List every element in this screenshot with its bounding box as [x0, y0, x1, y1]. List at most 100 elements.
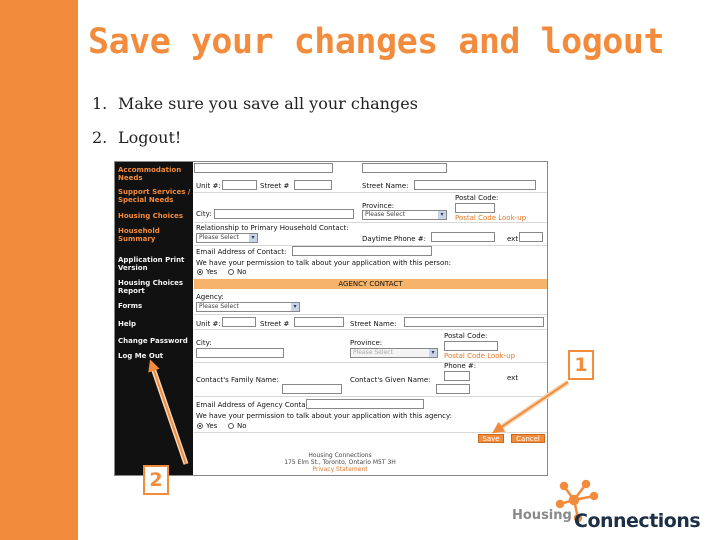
agency-select[interactable]: Please Select ▾ — [196, 302, 300, 312]
chevron-down-icon: ▾ — [438, 211, 446, 219]
postal-code-input[interactable] — [455, 203, 495, 213]
no-label: No — [237, 268, 247, 276]
logo-word-housing: Housing — [512, 508, 572, 523]
housing-connections-logo: Housing Connections — [512, 478, 702, 534]
divider — [194, 314, 547, 315]
callout-2-box: 2 — [143, 465, 169, 495]
agency-street-name-label: Street Name: — [350, 320, 397, 328]
divider — [194, 362, 547, 363]
agency-email-label: Email Address of Agency Contact: — [196, 401, 315, 409]
step-text: Make sure you save all your changes — [118, 94, 418, 113]
nav-item-forms[interactable]: Forms — [118, 302, 192, 310]
agency-street-num-label: Street # — [260, 320, 290, 328]
agency-label: Agency: — [196, 293, 224, 301]
agency-yes-radio[interactable] — [197, 423, 203, 429]
daytime-phone-input[interactable] — [431, 232, 495, 242]
callout-1-box: 1 — [568, 350, 594, 380]
nav-item-help[interactable]: Help — [118, 320, 192, 328]
slide-title: Save your changes and logout — [88, 22, 665, 62]
province-select-value: Please Select — [365, 211, 405, 218]
orange-side-strip — [0, 0, 78, 540]
yes-label: Yes — [206, 268, 218, 276]
postal-code-lookup-link[interactable]: Postal Code Look-up — [455, 214, 526, 222]
street-name-input[interactable] — [414, 180, 536, 190]
step-item: 2. Logout! — [92, 128, 418, 162]
family-name-label: Contact's Family Name: — [196, 376, 279, 384]
divider — [194, 192, 547, 193]
app-screenshot: Accommodation Needs Support Services / S… — [114, 161, 548, 476]
app-nav: Accommodation Needs Support Services / S… — [115, 162, 193, 475]
steps-list: 1. Make sure you save all your changes 2… — [92, 94, 418, 162]
yes-radio[interactable] — [197, 269, 203, 275]
relationship-select-value: Please Select — [199, 234, 239, 241]
street-num-label: Street # — [260, 182, 290, 190]
nav-item-change-password[interactable]: Change Password — [118, 337, 192, 345]
agency-street-num-input[interactable] — [294, 317, 344, 327]
agency-phone-input[interactable] — [444, 371, 470, 381]
logo-word-connections: Connections — [574, 510, 701, 532]
chevron-down-icon: ▾ — [429, 349, 437, 357]
privacy-statement-link[interactable]: Privacy Statement — [245, 466, 435, 473]
agency-province-select[interactable]: Please Select ▾ — [350, 348, 438, 358]
unit-label: Unit #: — [196, 182, 221, 190]
permission-label: We have your permission to talk about yo… — [196, 259, 452, 267]
agency-street-name-input[interactable] — [404, 317, 544, 327]
relationship-select[interactable]: Please Select ▾ — [196, 233, 258, 243]
agency-province-label: Province: — [350, 339, 383, 347]
relationship-label: Relationship to Primary Household Contac… — [196, 224, 349, 232]
agency-unit-label: Unit #: — [196, 320, 221, 328]
given-name-input[interactable] — [436, 384, 470, 394]
agency-no-radio[interactable] — [228, 423, 234, 429]
ext-label: ext — [507, 235, 519, 243]
family-name-input[interactable] — [282, 384, 342, 394]
agency-unit-input[interactable] — [222, 317, 256, 327]
address-line-input[interactable] — [362, 163, 447, 173]
cancel-button[interactable]: Cancel — [511, 434, 545, 443]
agency-city-label: City: — [196, 339, 212, 347]
agency-yes-label: Yes — [206, 422, 218, 430]
nav-item-support-services[interactable]: Support Services / Special Needs — [118, 188, 192, 204]
ext-input[interactable] — [519, 232, 543, 242]
divider — [194, 432, 547, 433]
nav-item-log-me-out[interactable]: Log Me Out — [118, 352, 192, 360]
postal-code-label: Postal Code: — [455, 194, 499, 202]
footer-org: Housing Connections — [308, 452, 372, 459]
divider — [194, 329, 547, 330]
city-label: City: — [196, 210, 212, 218]
agency-select-value: Please Select — [199, 303, 239, 310]
divider — [194, 396, 547, 397]
step-item: 1. Make sure you save all your changes — [92, 94, 418, 128]
unit-input[interactable] — [222, 180, 257, 190]
agency-postal-label: Postal Code: — [444, 332, 488, 340]
nav-item-housing-choices[interactable]: Housing Choices — [118, 212, 192, 220]
nav-item-household-summary[interactable]: Household Summary — [118, 227, 192, 243]
province-select[interactable]: Please Select ▾ — [362, 210, 447, 220]
street-name-label: Street Name: — [362, 182, 409, 190]
agency-postal-lookup-link[interactable]: Postal Code Look-up — [444, 352, 515, 360]
step-text: Logout! — [118, 128, 182, 147]
email-label: Email Address of Contact: — [196, 248, 287, 256]
step-number: 2. — [92, 128, 108, 147]
app-footer: Housing Connections 175 Elm St., Toronto… — [245, 452, 435, 473]
street-num-input[interactable] — [294, 180, 332, 190]
agency-phone-label: Phone #: — [444, 362, 477, 370]
chevron-down-icon: ▾ — [249, 234, 257, 242]
nav-item-housing-choices-report[interactable]: Housing Choices Report — [118, 279, 192, 295]
agency-ext-label: ext — [507, 374, 519, 382]
agency-contact-section-bar: AGENCY CONTACT — [194, 279, 547, 289]
agency-city-input[interactable] — [196, 348, 284, 358]
agency-province-select-value: Please Select — [353, 349, 393, 356]
address-line-input[interactable] — [194, 163, 333, 173]
email-input[interactable] — [292, 246, 432, 256]
city-input[interactable] — [214, 209, 354, 219]
nav-item-accommodation-needs[interactable]: Accommodation Needs — [118, 166, 192, 182]
agency-postal-input[interactable] — [444, 341, 498, 351]
nav-item-application-print[interactable]: Application Print Version — [118, 256, 192, 272]
agency-email-input[interactable] — [306, 399, 424, 409]
agency-no-label: No — [237, 422, 247, 430]
agency-permission-label: We have your permission to talk about yo… — [196, 412, 452, 420]
given-name-label: Contact's Given Name: — [350, 376, 431, 384]
step-number: 1. — [92, 94, 108, 113]
no-radio[interactable] — [228, 269, 234, 275]
save-button[interactable]: Save — [478, 434, 504, 443]
